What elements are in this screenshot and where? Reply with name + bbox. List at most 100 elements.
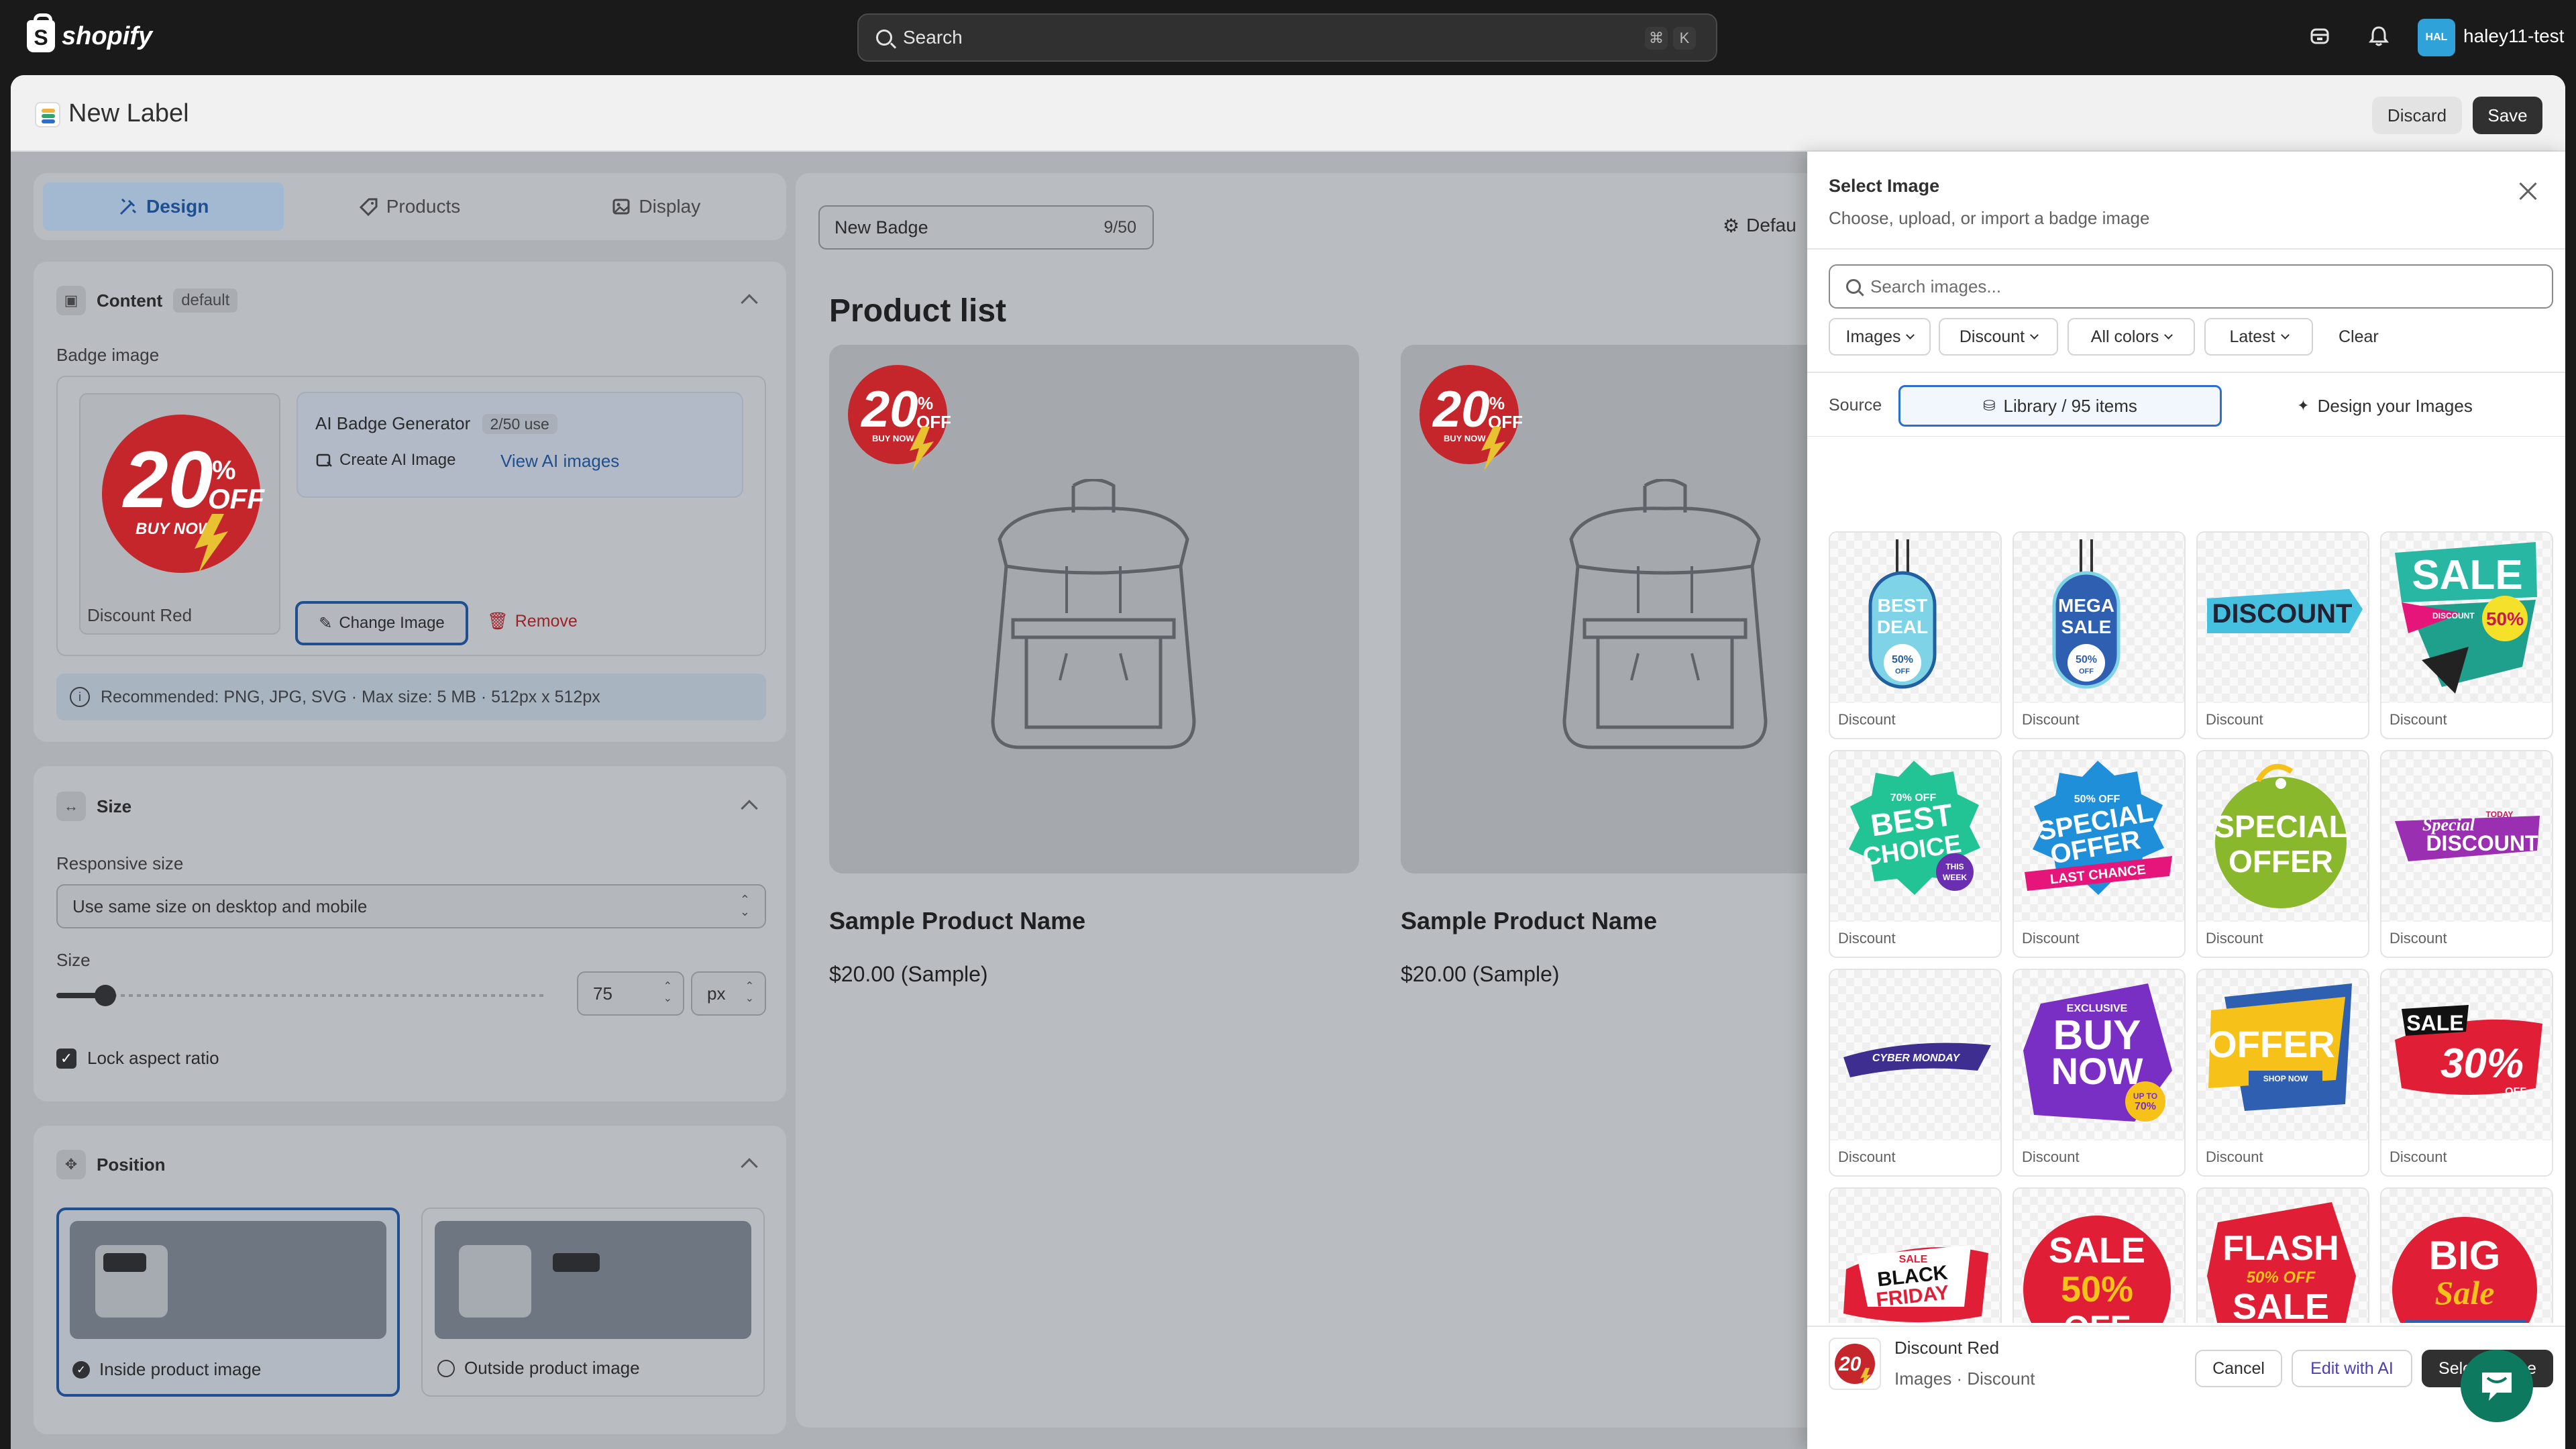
database-icon: ⛁ <box>1983 397 1996 414</box>
discount-red-badge-icon: 20 <box>1835 1344 1875 1385</box>
size-section-title[interactable]: ↔ Size <box>56 792 131 821</box>
edit-with-ai-button[interactable]: Edit with AI <box>2292 1350 2412 1387</box>
bell-icon[interactable] <box>2365 23 2392 50</box>
product-name[interactable]: Sample Product Name <box>829 907 1085 935</box>
image-card[interactable]: SPECIAL OFFER Discount <box>2196 750 2369 958</box>
image-card[interactable]: 70% OFF BEST CHOICE THIS WEEK Discount <box>1829 750 2002 958</box>
remove-button[interactable]: 🗑 Remove <box>487 612 578 631</box>
image-card[interactable]: TODAY Special DISCOUNT Discount <box>2380 750 2553 958</box>
image-card[interactable]: FLASH 50% OFF SALE <box>2196 1187 2369 1323</box>
image-card[interactable]: SALE 30% OFF Discount <box>2380 969 2553 1177</box>
image-caption: Discount <box>1838 1148 1896 1165</box>
svg-text:UP TO: UP TO <box>2133 1091 2157 1101</box>
drawer-subtitle: Choose, upload, or import a badge image <box>1829 208 2150 228</box>
change-image-button[interactable]: ✎ Change Image <box>295 601 468 645</box>
size-number-input[interactable]: 75 ⌃ ⌄ <box>577 971 684 1016</box>
image-card[interactable]: MEGA SALE 50% OFF Discount <box>2012 531 2186 739</box>
lock-aspect-ratio-checkbox[interactable]: ✓ Lock aspect ratio <box>56 1048 219 1069</box>
char-counter: 9/50 <box>1104 217 1136 237</box>
chat-launcher[interactable] <box>2461 1350 2533 1422</box>
image-card[interactable]: EXCLUSIVE BUY NOW UP TO 70% Discount <box>2012 969 2186 1177</box>
tab-design[interactable]: Design <box>43 182 284 231</box>
chevron-up-icon[interactable] <box>741 1158 758 1175</box>
default-view-toggle[interactable]: ⚙ Defau <box>1723 215 1796 237</box>
size-section: ↔ Size Responsive size Use same size on … <box>34 766 786 1102</box>
filter-category[interactable]: Discount <box>1939 318 2058 356</box>
svg-text:20: 20 <box>1838 1353 1862 1375</box>
magic-image-icon <box>316 453 332 467</box>
responsive-size-select[interactable]: Use same size on desktop and mobile ⌃ ⌄ <box>56 884 766 928</box>
drawer-title: Select Image <box>1829 176 1940 196</box>
clear-filters-button[interactable]: Clear <box>2339 327 2379 347</box>
filter-sort[interactable]: Latest <box>2204 318 2313 356</box>
best-choice-seal-icon: 70% OFFBESTCHOICETHISWEEK <box>1849 761 1980 895</box>
svg-text:Sale: Sale <box>2435 1274 2495 1311</box>
info-icon: i <box>70 687 90 707</box>
image-card[interactable]: SALE 50% DISCOUNT Discount <box>2380 531 2553 739</box>
filter-type[interactable]: Images <box>1829 318 1931 356</box>
buy-now-blob-icon: EXCLUSIVEBUYNOWUP TO70% <box>2023 983 2172 1122</box>
sale-50-banner-icon: SALE 50% DISCOUNT <box>2395 542 2537 694</box>
image-thumbnail: TODAY Special DISCOUNT <box>2381 751 2552 922</box>
tab-label: Products <box>386 196 461 217</box>
chevron-up-icon[interactable] <box>741 294 758 311</box>
outside-label: Outside product image <box>464 1358 640 1378</box>
svg-text:50% OFF: 50% OFF <box>2247 1269 2316 1287</box>
size-slider-handle[interactable] <box>95 985 116 1006</box>
image-card[interactable]: SALE BLACK FRIDAY <box>1829 1187 2002 1323</box>
svg-text:%: % <box>1489 393 1505 413</box>
store-icon[interactable] <box>2306 23 2333 50</box>
chevron-up-icon[interactable] <box>741 800 758 817</box>
badge-preview-icon: 20 % OFF BUY NOW <box>848 365 951 471</box>
size-unit-select[interactable]: px ⌃ ⌄ <box>691 971 766 1016</box>
image-card[interactable]: BEST DEAL 50% OFF Discount <box>1829 531 2002 739</box>
position-inside-option[interactable]: ✓ Inside product image <box>56 1208 400 1397</box>
badge-name-input[interactable]: New Badge 9/50 <box>818 205 1154 250</box>
svg-text:BUY NOW: BUY NOW <box>872 433 914 443</box>
create-ai-image-button[interactable]: Create AI Image <box>315 451 455 470</box>
content-section-title[interactable]: ▣ Content default <box>56 286 238 315</box>
image-caption: Discount <box>2206 930 2263 947</box>
tab-products[interactable]: Products <box>289 182 530 231</box>
view-ai-images-link[interactable]: View AI images <box>500 451 619 472</box>
outside-preview <box>435 1221 751 1339</box>
radio-unchecked-icon <box>437 1359 455 1377</box>
badge-marker <box>103 1253 146 1272</box>
image-card[interactable]: OFFER SHOP NOW Discount <box>2196 969 2369 1177</box>
image-card[interactable]: BIGSale 50% OFF <box>2380 1187 2553 1323</box>
svg-text:DISCOUNT: DISCOUNT <box>2426 831 2538 855</box>
tab-display[interactable]: Display <box>536 182 777 231</box>
filter-color[interactable]: All colors <box>2068 318 2195 356</box>
badge-preview-icon: 20 % OFF BUY NOW <box>1419 365 1523 471</box>
image-card[interactable]: DISCOUNT Discount <box>2196 531 2369 739</box>
current-badge-thumb[interactable]: 20 % OFF BUY NOW Discount Red <box>79 393 280 635</box>
image-search-input[interactable]: Search images... <box>1829 264 2553 309</box>
source-library-tab[interactable]: ⛁ Library / 95 items <box>1898 385 2222 427</box>
big-sale-splash-icon: BIGSale 50% OFF <box>2392 1217 2537 1323</box>
image-card[interactable]: CYBER MONDAY Discount <box>1829 969 2002 1177</box>
size-slider-track[interactable] <box>56 994 546 997</box>
source-design-tab[interactable]: ✦ Design your Images <box>2223 385 2546 427</box>
discard-button[interactable]: Discard <box>2372 97 2462 134</box>
global-search-input[interactable]: Search ⌘ K <box>857 13 1717 62</box>
close-icon[interactable] <box>2518 181 2538 201</box>
image-card[interactable]: SALE50%OFF <box>2012 1187 2186 1323</box>
product-price: $20.00 (Sample) <box>829 962 988 986</box>
svg-text:%: % <box>212 455 236 485</box>
responsive-size-label: Responsive size <box>56 853 184 873</box>
command-key-hint: ⌘ <box>1645 27 1668 50</box>
position-outside-option[interactable]: Outside product image <box>421 1208 765 1397</box>
ai-generator-box: AI Badge Generator 2/50 use Create AI Im… <box>297 392 743 498</box>
save-button[interactable]: Save <box>2473 97 2542 134</box>
avatar[interactable]: HAL <box>2418 19 2455 56</box>
user-name[interactable]: haley11-test <box>2463 25 2564 47</box>
stepper-icon[interactable]: ⌃ ⌄ <box>663 981 672 1005</box>
radio-checked-icon: ✓ <box>72 1360 90 1379</box>
image-caption: Discount <box>2390 930 2447 947</box>
cancel-button[interactable]: Cancel <box>2195 1350 2282 1387</box>
shopify-logo[interactable]: S shopify <box>27 13 152 52</box>
position-section-title[interactable]: ✥ Position <box>56 1150 166 1179</box>
image-card[interactable]: 50% OFF SPECIAL OFFER LAST CHANCE Discount <box>2012 750 2186 958</box>
product-price: $20.00 (Sample) <box>1401 962 1560 986</box>
product-name[interactable]: Sample Product Name <box>1401 907 1657 935</box>
